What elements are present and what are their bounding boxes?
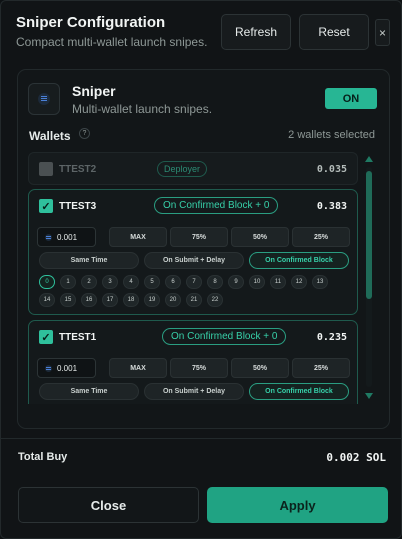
- sniper-subtitle: Multi-wallet launch snipes.: [72, 102, 213, 116]
- scroll-down-arrow[interactable]: [365, 393, 373, 399]
- block-chip-12[interactable]: 12: [291, 275, 307, 289]
- wallet-card: ✓ TTEST1 On Confirmed Block + 0 0.235 0.…: [28, 320, 358, 404]
- preset-max-button[interactable]: MAX: [109, 227, 167, 247]
- preset-25-button[interactable]: 25%: [292, 358, 350, 378]
- mode-submit-delay[interactable]: On Submit + Delay: [144, 383, 244, 400]
- wallet-name: TTEST2: [59, 164, 97, 175]
- mode-same-time[interactable]: Same Time: [39, 252, 139, 269]
- preset-50-button[interactable]: 50%: [231, 358, 289, 378]
- mode-confirmed-block[interactable]: On Confirmed Block: [249, 383, 349, 400]
- wallet-balance: 0.235: [316, 332, 347, 343]
- block-chip-18[interactable]: 18: [123, 293, 139, 307]
- total-buy-label: Total Buy: [18, 451, 68, 463]
- solana-icon: [45, 233, 52, 241]
- deployer-badge: Deployer: [157, 161, 208, 177]
- block-chip-5[interactable]: 5: [144, 275, 160, 289]
- wallet-balance: 0.383: [316, 201, 347, 212]
- preset-75-button[interactable]: 75%: [170, 227, 228, 247]
- block-chip-3[interactable]: 3: [102, 275, 118, 289]
- wallet-name: TTEST1: [59, 332, 97, 343]
- info-icon[interactable]: ?: [79, 128, 90, 139]
- block-chip-15[interactable]: 15: [60, 293, 76, 307]
- wallet-list: TTEST2 Deployer 0.035 ✓ TTEST3 On Confir…: [28, 152, 360, 404]
- block-chip-19[interactable]: 19: [144, 293, 160, 307]
- block-chip-8[interactable]: 8: [207, 275, 223, 289]
- block-chip-21[interactable]: 21: [186, 293, 202, 307]
- block-chip-2[interactable]: 2: [81, 275, 97, 289]
- solana-icon: [28, 83, 60, 115]
- dialog-title: Sniper Configuration: [16, 14, 166, 31]
- block-chip-22[interactable]: 22: [207, 293, 223, 307]
- block-chip-14[interactable]: 14: [39, 293, 55, 307]
- preset-25-button[interactable]: 25%: [292, 227, 350, 247]
- block-chip-17[interactable]: 17: [102, 293, 118, 307]
- block-tag: On Confirmed Block + 0: [154, 197, 279, 214]
- close-button[interactable]: Close: [18, 487, 199, 523]
- block-chip-7[interactable]: 7: [186, 275, 202, 289]
- block-chip-6[interactable]: 6: [165, 275, 181, 289]
- block-chip-9[interactable]: 9: [228, 275, 244, 289]
- footer-divider: [1, 438, 401, 439]
- apply-button[interactable]: Apply: [207, 487, 388, 523]
- block-chip-20[interactable]: 20: [165, 293, 181, 307]
- scroll-up-arrow[interactable]: [365, 156, 373, 162]
- total-buy-value: 0.002 SOL: [326, 451, 386, 464]
- dialog-subtitle: Compact multi-wallet launch snipes.: [16, 35, 208, 49]
- wallet-row-disabled: TTEST2 Deployer 0.035: [28, 152, 358, 185]
- close-icon[interactable]: ×: [375, 19, 390, 46]
- block-chip-10[interactable]: 10: [249, 275, 265, 289]
- preset-75-button[interactable]: 75%: [170, 358, 228, 378]
- amount-input[interactable]: 0.001: [37, 227, 96, 247]
- wallet-checkbox: [39, 162, 53, 176]
- wallet-balance: 0.035: [316, 164, 347, 175]
- refresh-button[interactable]: Refresh: [221, 14, 291, 50]
- sniper-header: Sniper Multi-wallet launch snipes. ON: [28, 80, 377, 120]
- block-chip-1[interactable]: 1: [60, 275, 76, 289]
- amount-input[interactable]: 0.001: [37, 358, 96, 378]
- solana-icon: [45, 364, 52, 372]
- sniper-config-dialog: Sniper Configuration Compact multi-walle…: [0, 0, 402, 539]
- wallet-card: ✓ TTEST3 On Confirmed Block + 0 0.383 0.…: [28, 189, 358, 315]
- block-chip-4[interactable]: 4: [123, 275, 139, 289]
- block-chip-11[interactable]: 11: [270, 275, 286, 289]
- mode-same-time[interactable]: Same Time: [39, 383, 139, 400]
- wallets-label: Wallets: [29, 129, 71, 143]
- block-chip-0[interactable]: 0: [39, 275, 55, 289]
- block-chip-13[interactable]: 13: [312, 275, 328, 289]
- scrollbar-thumb[interactable]: [366, 171, 372, 299]
- sniper-title: Sniper: [72, 83, 116, 99]
- amount-value: 0.001: [57, 363, 78, 373]
- mode-submit-delay[interactable]: On Submit + Delay: [144, 252, 244, 269]
- preset-50-button[interactable]: 50%: [231, 227, 289, 247]
- wallet-checkbox[interactable]: ✓: [39, 330, 53, 344]
- block-tag: On Confirmed Block + 0: [162, 328, 287, 345]
- amount-value: 0.001: [57, 232, 78, 242]
- block-chip-16[interactable]: 16: [81, 293, 97, 307]
- sniper-toggle[interactable]: ON: [325, 88, 377, 109]
- wallet-name: TTEST3: [59, 201, 97, 212]
- wallets-selected-count: 2 wallets selected: [288, 129, 375, 141]
- preset-max-button[interactable]: MAX: [109, 358, 167, 378]
- mode-confirmed-block[interactable]: On Confirmed Block: [249, 252, 349, 269]
- wallet-checkbox[interactable]: ✓: [39, 199, 53, 213]
- reset-button[interactable]: Reset: [299, 14, 369, 50]
